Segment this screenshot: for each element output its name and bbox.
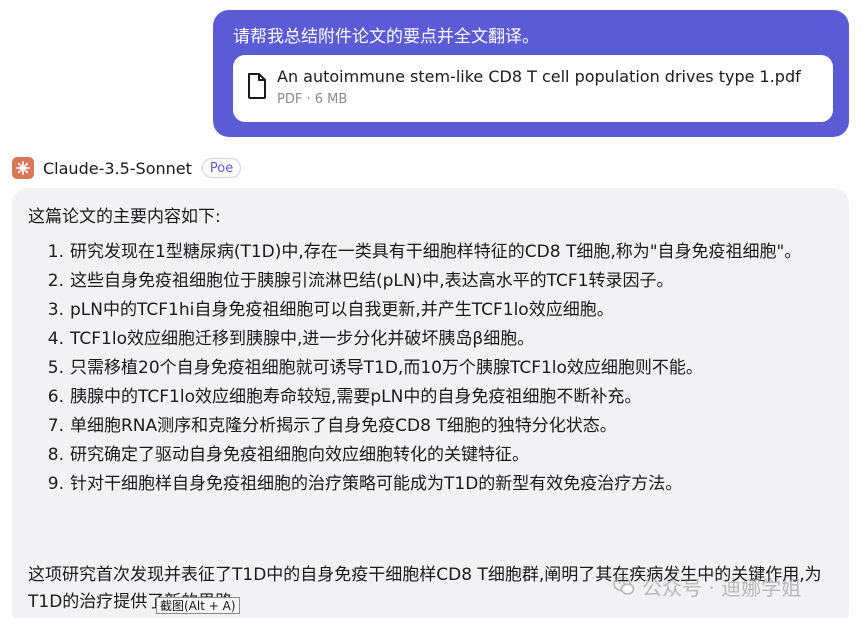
list-item-number: 8.: [47, 445, 64, 465]
chat-page: 请帮我总结附件论文的要点并全文翻译。 An autoimmune stem-li…: [0, 0, 865, 618]
attachment-card[interactable]: An autoimmune stem-like CD8 T cell popul…: [233, 55, 833, 122]
watermark: 公众号 · 迪娜学姐: [612, 571, 801, 601]
list-item: 6. 胰腺中的TCF1lo效应细胞寿命较短,需要pLN中的自身免疫祖细胞不断补充…: [28, 385, 828, 410]
list-item: 3. pLN中的TCF1hi自身免疫祖细胞可以自我更新,并产生TCF1lo效应细…: [28, 298, 828, 323]
bot-name[interactable]: Claude-3.5-Sonnet: [43, 159, 192, 178]
list-item-text: 研究发现在1型糖尿病(T1D)中,存在一类具有干细胞样特征的CD8 T细胞,称为…: [70, 242, 802, 262]
list-item: 7. 单细胞RNA测序和克隆分析揭示了自身免疫CD8 T细胞的独特分化状态。: [28, 414, 828, 439]
claude-sparkle-icon: [16, 161, 30, 175]
list-item: 2. 这些自身免疫祖细胞位于胰腺引流淋巴结(pLN)中,表达高水平的TCF1转录…: [28, 269, 828, 294]
poe-badge: Poe: [201, 158, 242, 178]
list-item: 8. 研究确定了驱动自身免疫祖细胞向效应细胞转化的关键特征。: [28, 443, 828, 468]
list-item-number: 1.: [47, 242, 64, 262]
list-item-number: 7.: [47, 416, 64, 436]
list-item: 5. 只需移植20个自身免疫祖细胞就可诱导T1D,而10万个胰腺TCF1lo效应…: [28, 356, 828, 381]
list-item: 4. TCF1lo效应细胞迁移到胰腺中,进一步分化并破坏胰岛β细胞。: [28, 327, 828, 352]
bot-message-bubble: 这篇论文的主要内容如下: 1. 研究发现在1型糖尿病(T1D)中,存在一类具有干…: [12, 188, 849, 618]
list-item-text: 研究确定了驱动自身免疫祖细胞向效应细胞转化的关键特征。: [70, 445, 529, 465]
user-message-bubble: 请帮我总结附件论文的要点并全文翻译。 An autoimmune stem-li…: [213, 10, 849, 137]
user-message-text: 请帮我总结附件论文的要点并全文翻译。: [233, 27, 539, 47]
attachment-file-name: An autoimmune stem-like CD8 T cell popul…: [277, 67, 801, 86]
list-item-number: 5.: [47, 358, 64, 378]
list-item-text: pLN中的TCF1hi自身免疫祖细胞可以自我更新,并产生TCF1lo效应细胞。: [70, 300, 614, 320]
response-points-list: 1. 研究发现在1型糖尿病(T1D)中,存在一类具有干细胞样特征的CD8 T细胞…: [28, 240, 828, 501]
list-item-text: 针对干细胞样自身免疫祖细胞的治疗策略可能成为T1D的新型有效免疫治疗方法。: [70, 474, 683, 494]
bot-avatar[interactable]: [12, 157, 34, 179]
watermark-text: 公众号 · 迪娜学姐: [642, 575, 802, 600]
bot-header: Claude-3.5-Sonnet Poe: [12, 157, 242, 179]
list-item-number: 9.: [47, 474, 64, 494]
response-intro: 这篇论文的主要内容如下:: [28, 207, 221, 227]
list-item-text: 胰腺中的TCF1lo效应细胞寿命较短,需要pLN中的自身免疫祖细胞不断补充。: [70, 387, 642, 407]
list-item-text: 单细胞RNA测序和克隆分析揭示了自身免疫CD8 T细胞的独特分化状态。: [70, 416, 617, 436]
list-item-text: TCF1lo效应细胞迁移到胰腺中,进一步分化并破坏胰岛β细胞。: [70, 329, 535, 349]
list-item: 1. 研究发现在1型糖尿病(T1D)中,存在一类具有干细胞样特征的CD8 T细胞…: [28, 240, 828, 265]
screenshot-tooltip: 截图(Alt + A): [156, 597, 240, 614]
list-item-text: 只需移植20个自身免疫祖细胞就可诱导T1D,而10万个胰腺TCF1lo效应细胞则…: [70, 358, 703, 378]
list-item: 9. 针对干细胞样自身免疫祖细胞的治疗策略可能成为T1D的新型有效免疫治疗方法。: [28, 472, 828, 497]
list-item-number: 2.: [47, 271, 64, 291]
list-item-number: 6.: [47, 387, 64, 407]
list-item-text: 这些自身免疫祖细胞位于胰腺引流淋巴结(pLN)中,表达高水平的TCF1转录因子。: [70, 271, 674, 291]
attachment-file-meta: PDF · 6 MB: [277, 92, 348, 107]
list-item-number: 3.: [47, 300, 64, 320]
list-item-number: 4.: [47, 329, 64, 349]
wechat-icon: [613, 576, 635, 595]
document-icon: [248, 73, 266, 99]
